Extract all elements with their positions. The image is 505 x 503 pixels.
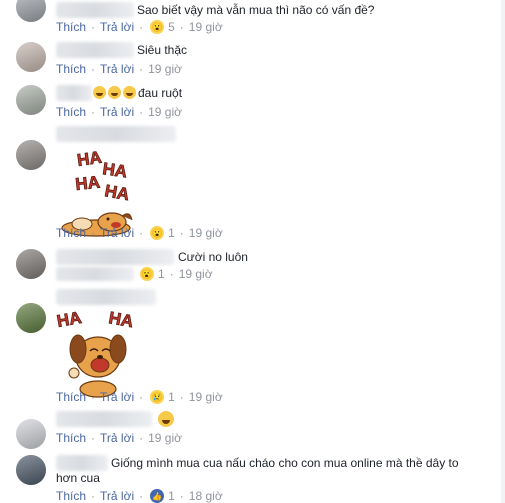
timestamp[interactable]: 19 giờ: [148, 62, 182, 76]
like-link[interactable]: Thích: [56, 62, 86, 76]
comment-text: đau ruột: [93, 86, 182, 100]
comment-actions: Thích · Trả lời · 19 giờ: [56, 62, 182, 76]
reply-link[interactable]: Trả lời: [100, 105, 134, 119]
comment-text: Sao biết vậy mà vẫn mua thì não có vấn đ…: [137, 3, 375, 17]
reaction-summary[interactable]: 😮 1: [150, 226, 175, 240]
comment-actions: Thích · Trả lời · 😮 5 · 19 giờ: [56, 20, 223, 34]
comment-text-line-2: hơn cua: [56, 471, 100, 485]
reaction-summary[interactable]: 👍 1: [150, 489, 175, 503]
commenter-name-blurred[interactable]: [56, 267, 134, 281]
commenter-name-blurred[interactable]: [56, 42, 134, 58]
avatar[interactable]: [16, 42, 46, 72]
timestamp[interactable]: 19 giờ: [189, 390, 223, 404]
like-link[interactable]: Thích: [56, 105, 86, 119]
sad-reaction-icon: 😢: [150, 390, 165, 404]
commenter-name-blurred[interactable]: [56, 2, 134, 18]
timestamp[interactable]: 18 giờ: [189, 489, 223, 503]
timestamp[interactable]: 19 giờ: [179, 267, 213, 281]
svg-text:HA: HA: [76, 148, 103, 170]
reply-link[interactable]: Trả lời: [100, 20, 134, 34]
commenter-name-blurred[interactable]: [56, 249, 174, 265]
reaction-summary[interactable]: 😮 1: [140, 267, 165, 281]
rofl-emoji-icon: [108, 86, 121, 99]
reaction-summary[interactable]: 😮 5: [150, 20, 175, 34]
avatar[interactable]: [16, 455, 46, 485]
wow-reaction-icon: 😮: [150, 20, 165, 34]
like-link[interactable]: Thích: [56, 390, 86, 404]
reply-link[interactable]: Trả lời: [100, 489, 134, 503]
svg-text:HA: HA: [74, 173, 100, 194]
timestamp[interactable]: 19 giờ: [148, 431, 182, 445]
scrollbar[interactable]: [501, 0, 505, 503]
reply-link[interactable]: Trả lời: [100, 431, 134, 445]
reaction-summary[interactable]: 😢 1: [150, 390, 175, 404]
reply-link[interactable]: Trả lời: [100, 226, 134, 240]
like-link[interactable]: Thích: [56, 20, 86, 34]
commenter-name-blurred[interactable]: [56, 126, 176, 142]
like-reaction-icon: 👍: [150, 489, 165, 503]
avatar[interactable]: [16, 303, 46, 333]
svg-text:HA: HA: [56, 308, 83, 331]
comment-actions: Thích · Trả lời · 19 giờ: [56, 105, 182, 119]
avatar[interactable]: [16, 140, 46, 170]
like-link[interactable]: Thích: [56, 489, 86, 503]
reply-link[interactable]: Trả lời: [100, 390, 134, 404]
comment-actions: Thích · Trả lời · 19 giờ: [56, 431, 182, 445]
commenter-name-blurred[interactable]: [56, 455, 108, 471]
haha-emoji-icon: [158, 411, 174, 427]
comment-actions: Thích · Trả lời · 👍 1 · 18 giờ: [56, 489, 223, 503]
commenter-name-blurred[interactable]: [56, 289, 156, 305]
avatar[interactable]: [16, 249, 46, 279]
comment-text: Siêu thặc: [137, 43, 188, 57]
wow-reaction-icon: 😮: [150, 226, 165, 240]
svg-text:HA: HA: [107, 308, 134, 331]
rofl-emoji-icon: [93, 86, 106, 99]
avatar[interactable]: [16, 419, 46, 449]
reply-link[interactable]: Trả lời: [100, 62, 134, 76]
svg-text:HA: HA: [103, 181, 130, 204]
haha-dog-laughing-sticker: HA HA: [56, 308, 135, 398]
wow-reaction-icon: 😮: [140, 267, 154, 281]
comment-actions: 😮 1 · 19 giờ: [56, 267, 213, 281]
comment-actions: Thích · Trả lời · 😮 1 · 19 giờ: [56, 226, 223, 240]
like-link[interactable]: Thích: [56, 226, 86, 240]
comment-actions: Thích · Trả lời · 😢 1 · 19 giờ: [56, 390, 223, 404]
timestamp[interactable]: 19 giờ: [148, 105, 182, 119]
commenter-name-blurred[interactable]: [56, 85, 92, 101]
timestamp[interactable]: 19 giờ: [189, 226, 223, 240]
comment-text: Cười no luôn: [178, 250, 248, 264]
like-link[interactable]: Thích: [56, 431, 86, 445]
avatar[interactable]: [16, 85, 46, 115]
comment-text-line-1: Giống mình mua cua nấu cháo cho con mua …: [111, 456, 459, 470]
avatar[interactable]: [16, 0, 46, 22]
svg-text:HA: HA: [101, 159, 128, 181]
timestamp[interactable]: 19 giờ: [189, 20, 223, 34]
commenter-name-blurred[interactable]: [56, 411, 152, 427]
rofl-emoji-icon: [123, 86, 136, 99]
